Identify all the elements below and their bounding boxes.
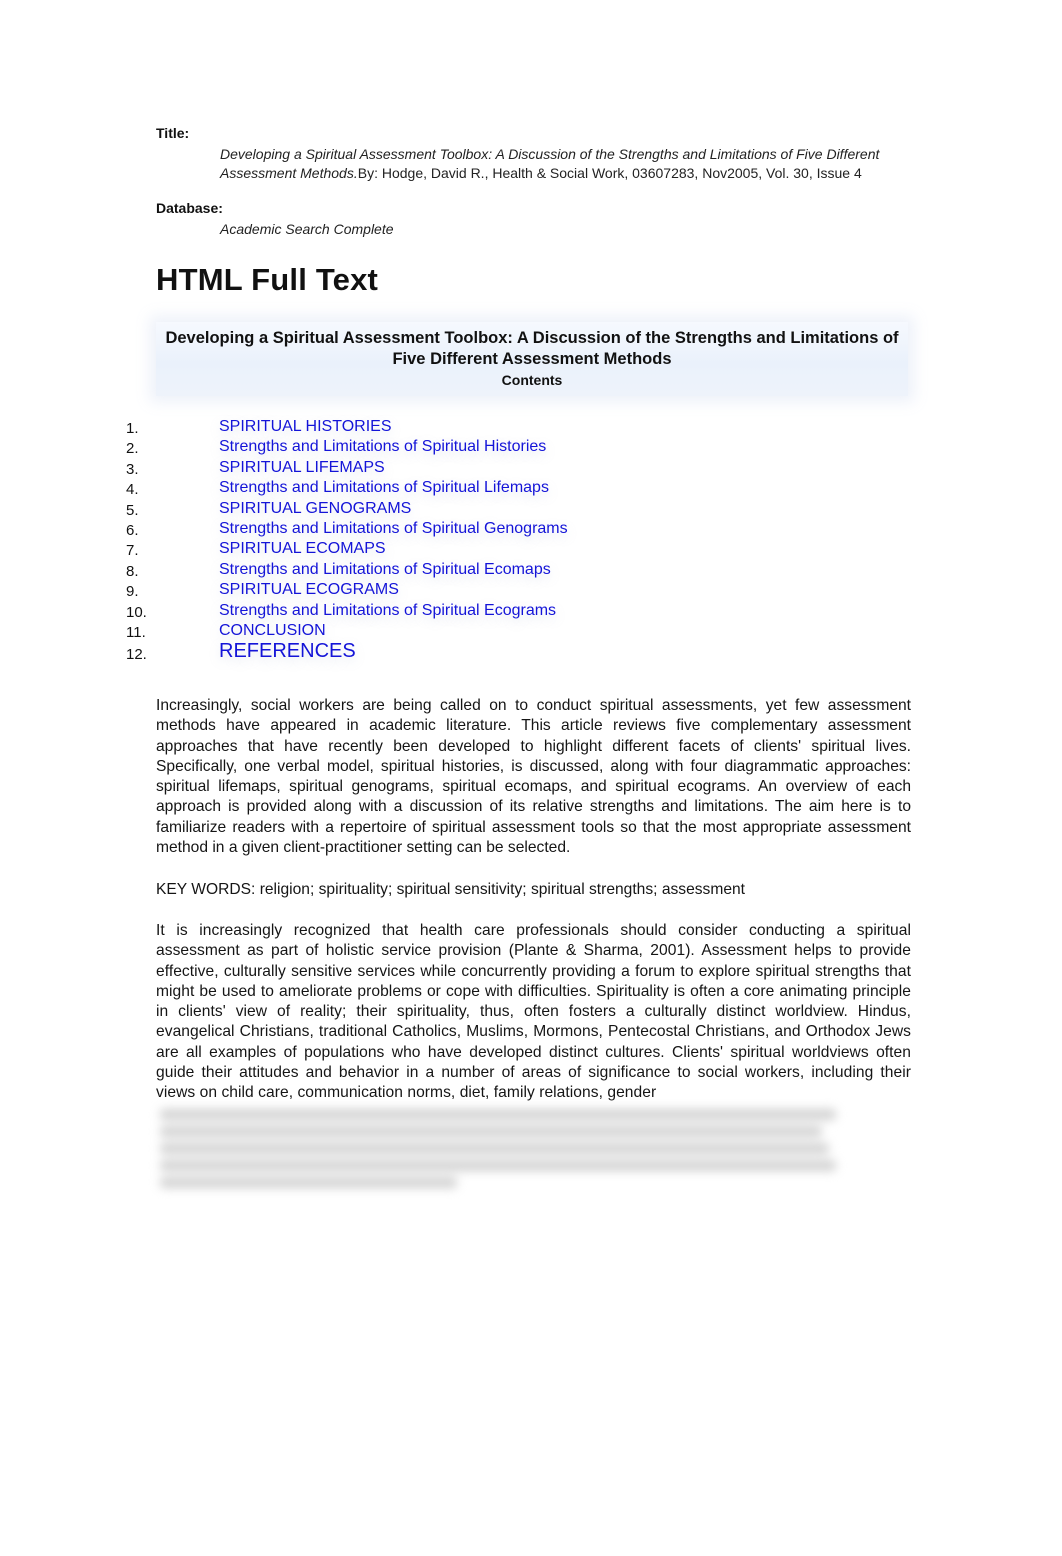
abstract-paragraph: Increasingly, social workers are being c…	[156, 697, 911, 857]
toc-item-number: 1.	[126, 420, 139, 437]
toc-item: 8. Strengths and Limitations of Spiritual…	[0, 561, 700, 581]
toc-item-number: 2.	[126, 440, 139, 458]
contents-label: Contents	[501, 372, 563, 388]
toc-link-strengths-genograms[interactable]: Strengths and Limitations of Spiritual G…	[219, 520, 568, 538]
toc-link-strengths-ecomaps[interactable]: Strengths and Limitations of Spiritual E…	[219, 561, 551, 579]
citation-title-value: Developing a Spiritual Assessment Toolbo…	[220, 145, 900, 183]
toc-item: 10. Strengths and Limitations of Spiritua…	[0, 602, 700, 622]
toc-link-strengths-histories[interactable]: Strengths and Limitations of Spiritual H…	[219, 438, 546, 456]
toc-link-conclusion[interactable]: CONCLUSION	[219, 622, 326, 640]
blurred-line	[160, 1109, 837, 1120]
toc-item-number: 11.	[126, 623, 146, 641]
toc-item: 9. SPIRITUAL ECOGRAMS	[0, 581, 700, 601]
toc-item-number: 12.	[126, 646, 147, 664]
toc-header: Developing a Spiritual Assessment Toolbo…	[156, 322, 908, 396]
intro-paragraph: It is increasingly recognized that healt…	[156, 922, 911, 1102]
keywords-paragraph: KEY WORDS: religion; spirituality; spiri…	[156, 881, 746, 898]
toc-link-spiritual-ecomaps[interactable]: SPIRITUAL ECOMAPS	[219, 540, 386, 558]
toc-item-number: 9.	[126, 583, 139, 601]
toc-item: 1. SPIRITUAL HISTORIES	[0, 418, 700, 438]
document-page: Title: Developing a Spiritual Assessment…	[0, 0, 1062, 1556]
database-value: Academic Search Complete	[220, 221, 394, 237]
toc-item: 3. SPIRITUAL LIFEMAPS	[0, 459, 700, 479]
toc-item: 6. Strengths and Limitations of Spiritual…	[0, 520, 700, 540]
blurred-text-block	[156, 1104, 846, 1204]
toc-item-number: 8.	[126, 562, 139, 580]
page-heading: HTML Full Text	[156, 262, 379, 297]
toc-item-number: 10.	[126, 603, 147, 621]
blurred-line	[160, 1160, 837, 1171]
blurred-line	[160, 1126, 823, 1137]
toc-link-strengths-lifemaps[interactable]: Strengths and Limitations of Spiritual L…	[219, 479, 549, 497]
database-label: Database:	[156, 200, 223, 216]
toc-link-strengths-ecograms[interactable]: Strengths and Limitations of Spiritual E…	[219, 602, 556, 620]
toc-item: 2. Strengths and Limitations of Spiritual…	[0, 438, 700, 458]
toc-item-number: 4.	[126, 481, 139, 499]
toc-link-references[interactable]: REFERENCES	[219, 640, 356, 663]
toc-item: 7. SPIRITUAL ECOMAPS	[0, 540, 700, 560]
toc-item: 5. SPIRITUAL GENOGRAMS	[0, 500, 700, 520]
toc-link-spiritual-histories[interactable]: SPIRITUAL HISTORIES	[219, 418, 391, 436]
toc-item-number: 3.	[126, 460, 139, 478]
toc-item-number: 7.	[126, 542, 139, 560]
toc-link-spiritual-ecograms[interactable]: SPIRITUAL ECOGRAMS	[219, 581, 399, 599]
toc-item: 12. REFERENCES	[0, 640, 700, 664]
blurred-line	[160, 1143, 830, 1154]
toc-link-spiritual-lifemaps[interactable]: SPIRITUAL LIFEMAPS	[219, 459, 385, 477]
toc-item: 4. Strengths and Limitations of Spiritual…	[0, 479, 700, 499]
toc-item-number: 6.	[126, 521, 139, 539]
toc-item-number: 5.	[126, 501, 139, 519]
title-label: Title:	[156, 125, 190, 141]
toc-article-title: Developing a Spiritual Assessment Toolbo…	[165, 329, 899, 368]
blurred-line	[160, 1177, 457, 1188]
citation-details: By: Hodge, David R., Health & Social Wor…	[357, 165, 862, 181]
table-of-contents: 1. SPIRITUAL HISTORIES 2. Strengths and Li…	[0, 418, 700, 663]
toc-link-spiritual-genograms[interactable]: SPIRITUAL GENOGRAMS	[219, 500, 411, 518]
